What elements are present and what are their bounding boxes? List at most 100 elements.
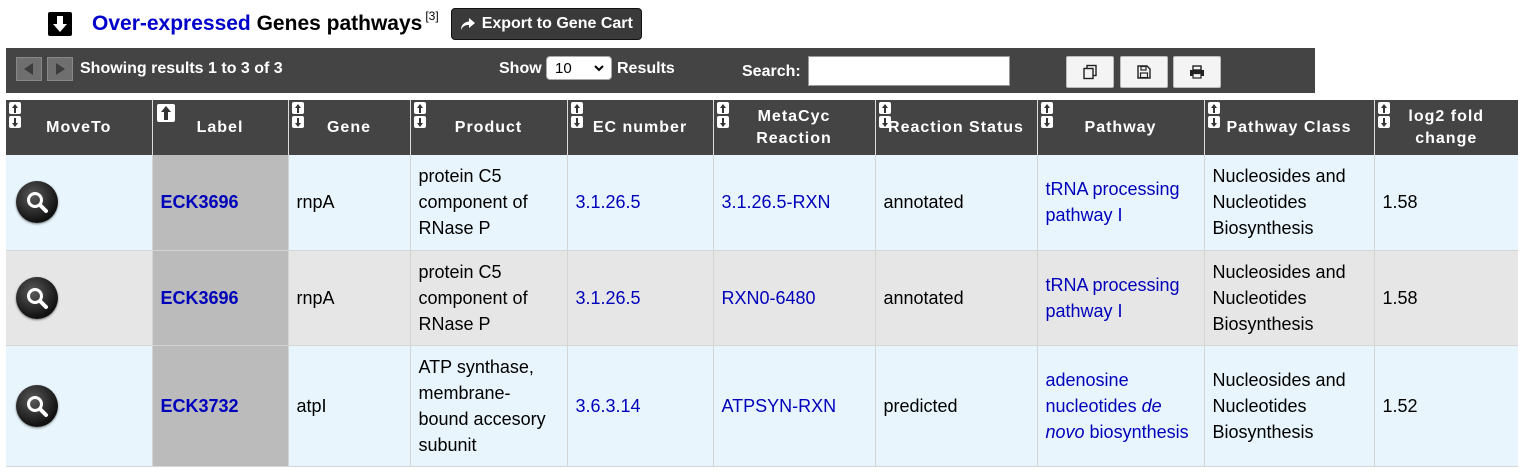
gene-cell: rnpA — [288, 155, 411, 251]
sort-up-icon[interactable] — [1040, 102, 1053, 114]
ec-number-link[interactable]: 3.1.26.5 — [576, 192, 641, 212]
pathway-class-cell: Nucleosides and Nucleotides Biosynthesis — [1204, 155, 1375, 251]
fold-change-cell: 1.52 — [1374, 345, 1518, 467]
pathway-class-cell: Nucleosides and Nucleotides Biosynthesis — [1204, 345, 1375, 467]
results-label: Results — [617, 60, 675, 77]
column-header-product[interactable]: Product — [410, 100, 568, 155]
search-label: Search: — [742, 63, 801, 80]
share-arrow-icon — [460, 18, 475, 30]
reaction-link[interactable]: 3.1.26.5-RXN — [722, 192, 831, 212]
footnote-ref[interactable]: [3] — [425, 9, 438, 23]
save-button[interactable] — [1120, 56, 1168, 88]
status-cell: predicted — [875, 345, 1038, 467]
column-header-moveto[interactable]: MoveTo — [6, 100, 153, 155]
search-input[interactable] — [808, 56, 1010, 86]
page-length-value: 10 — [555, 59, 572, 77]
sort-down-icon[interactable] — [570, 116, 583, 128]
product-cell: ATP synthase, membrane-bound accesory su… — [410, 345, 568, 467]
ec-number-cell: 3.1.26.5 — [567, 155, 714, 251]
moveto-cell — [6, 250, 153, 346]
column-label: MetaCyc Reaction — [756, 107, 832, 147]
sort-up-icon[interactable] — [9, 102, 21, 114]
arrow-down-icon[interactable] — [48, 12, 72, 36]
pathway-link[interactable]: tRNA processing pathway I — [1046, 275, 1180, 321]
triangle-right-icon — [56, 63, 65, 75]
sort-down-icon[interactable] — [1207, 116, 1220, 128]
previous-page-button[interactable] — [16, 57, 42, 81]
page-length-select[interactable]: 10 — [546, 56, 612, 80]
print-button[interactable] — [1173, 56, 1221, 88]
label-link[interactable]: ECK3696 — [161, 288, 239, 308]
column-label: Label — [196, 118, 244, 136]
column-label: Product — [454, 118, 523, 136]
status-cell: annotated — [875, 155, 1038, 251]
sort-up-icon[interactable] — [1207, 102, 1220, 114]
export-to-gene-cart-button[interactable]: Export to Gene Cart — [450, 8, 642, 40]
pathway-class-cell: Nucleosides and Nucleotides Biosynthesis — [1204, 250, 1375, 346]
label-link[interactable]: ECK3732 — [161, 396, 239, 416]
magnifier-icon[interactable] — [16, 276, 58, 319]
sort-up-icon[interactable] — [156, 104, 175, 122]
pathway-link[interactable]: adenosine nucleotides de novo biosynthes… — [1046, 370, 1189, 442]
sort-up-icon[interactable] — [1377, 102, 1390, 114]
triangle-left-icon — [24, 63, 33, 75]
table-row: ECK3696 rnpA protein C5 component of RNa… — [6, 155, 1518, 251]
column-label: Gene — [326, 118, 371, 136]
reaction-cell: 3.1.26.5-RXN — [713, 155, 876, 251]
table-row: ECK3696 rnpA protein C5 component of RNa… — [6, 250, 1518, 346]
copy-button[interactable] — [1066, 56, 1114, 88]
column-header-log2-fold-change[interactable]: log2 fold change — [1374, 100, 1518, 155]
pathway-link[interactable]: tRNA processing pathway I — [1046, 179, 1180, 225]
column-label: MoveTo — [46, 118, 112, 136]
reaction-link[interactable]: RXN0-6480 — [722, 288, 816, 308]
column-label: log2 fold change — [1408, 107, 1485, 147]
product-cell: protein C5 component of RNase P — [410, 155, 568, 251]
column-header-gene[interactable]: Gene — [288, 100, 411, 155]
export-button-label: Export to Gene Cart — [481, 15, 633, 32]
column-header-reaction-status[interactable]: Reaction Status — [875, 100, 1038, 155]
sort-up-icon[interactable] — [413, 102, 426, 114]
sort-down-icon[interactable] — [9, 116, 21, 128]
next-page-button[interactable] — [47, 57, 73, 81]
pathway-cell: tRNA processing pathway I — [1037, 250, 1205, 346]
reaction-cell: ATPSYN-RXN — [713, 345, 876, 467]
label-link[interactable]: ECK3696 — [161, 192, 239, 212]
sort-down-icon[interactable] — [716, 116, 729, 128]
sort-down-icon[interactable] — [413, 116, 426, 128]
gene-cell: rnpA — [288, 250, 411, 346]
moveto-cell — [6, 155, 153, 251]
sort-up-icon[interactable] — [291, 102, 304, 114]
ec-number-link[interactable]: 3.1.26.5 — [576, 288, 641, 308]
title-highlight: Over-expressed — [92, 12, 251, 35]
table-row: ECK3732 atpI ATP synthase, membrane-boun… — [6, 345, 1518, 467]
section-title: Over-expressed Genes pathways [3] — [92, 9, 439, 36]
ec-number-cell: 3.1.26.5 — [567, 250, 714, 346]
fold-change-cell: 1.58 — [1374, 250, 1518, 346]
column-header-pathway-class[interactable]: Pathway Class — [1204, 100, 1375, 155]
sort-up-icon[interactable] — [570, 102, 583, 114]
column-header-metacyc-reaction[interactable]: MetaCyc Reaction — [713, 100, 876, 155]
sort-up-icon[interactable] — [716, 102, 729, 114]
column-label: Pathway Class — [1226, 118, 1352, 136]
sort-up-icon[interactable] — [878, 102, 891, 114]
column-label: Pathway — [1084, 118, 1157, 136]
showing-results-text: Showing results 1 to 3 of 3 — [80, 60, 283, 77]
sort-down-icon[interactable] — [1040, 116, 1053, 128]
magnifier-icon[interactable] — [16, 181, 58, 224]
column-header-ec-number[interactable]: EC number — [567, 100, 714, 155]
sort-down-icon[interactable] — [291, 116, 304, 128]
column-header-label[interactable]: Label — [152, 100, 289, 155]
fold-change-cell: 1.58 — [1374, 155, 1518, 251]
copy-icon — [1083, 64, 1097, 80]
gene-cell: atpI — [288, 345, 411, 467]
label-cell: ECK3696 — [152, 250, 289, 346]
magnifier-icon[interactable] — [16, 384, 58, 427]
column-header-pathway[interactable]: Pathway — [1037, 100, 1205, 155]
status-cell: annotated — [875, 250, 1038, 346]
reaction-link[interactable]: ATPSYN-RXN — [722, 396, 837, 416]
pathway-cell: tRNA processing pathway I — [1037, 155, 1205, 251]
pathway-cell: adenosine nucleotides de novo biosynthes… — [1037, 345, 1205, 467]
sort-down-icon[interactable] — [1377, 116, 1390, 128]
ec-number-link[interactable]: 3.6.3.14 — [576, 396, 641, 416]
sort-down-icon[interactable] — [878, 116, 891, 128]
